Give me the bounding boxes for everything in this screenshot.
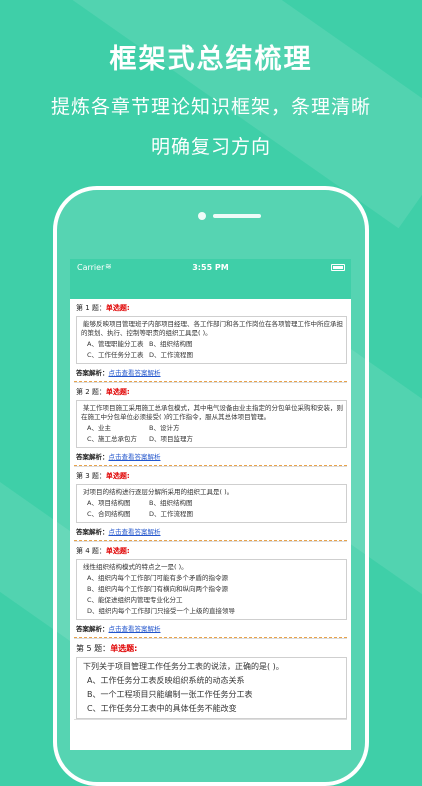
question-type: 单选题: <box>105 547 130 555</box>
question-stem: 对项目的结构进行逐层分解所采用的组织工具是( )。 <box>83 488 234 496</box>
answer-row: 答案解析：点击查看答案解析 <box>74 523 347 541</box>
phone-screen: Carrier ≋ 3:55 PM 第 1 题：单选题: 能够反映项目管理班子内… <box>70 259 351 750</box>
option-a[interactable]: A、项目结构图 <box>87 499 149 508</box>
question-item: 第 1 题：单选题: 能够反映项目管理班子内部项目经理、各工作部门和各工作岗位在… <box>74 299 347 383</box>
option-b[interactable]: B、组织结构图 <box>149 340 211 349</box>
nav-bar <box>70 277 351 299</box>
options-row: A、业主 B、设计方 <box>81 424 343 433</box>
option-b[interactable]: B、设计方 <box>149 424 211 433</box>
option-c[interactable]: C、工作任务分工表中的具体任务不能改变 <box>81 703 343 715</box>
question-type: 单选题: <box>105 388 130 396</box>
option-a[interactable]: A、管理职能分工表 <box>87 340 149 349</box>
options-row: C、施工总承包方 D、项目监理方 <box>81 435 343 444</box>
question-header: 第 4 题：单选题: <box>74 542 347 559</box>
question-type: 单选题: <box>105 304 130 312</box>
answer-label: 答案解析： <box>76 453 109 461</box>
promo-subline-1: 提炼各章节理论知识框架，条理清晰 <box>50 96 371 118</box>
view-answer-link[interactable]: 点击查看答案解析 <box>109 369 161 377</box>
phone-speaker-icon <box>213 214 261 218</box>
question-box: 能够反映项目管理班子内部项目经理、各工作部门和各工作岗位在各项管理工作中所应承担… <box>76 316 347 364</box>
question-box: 线性组织结构模式的特点之一是( )。 A、组织内每个工作部门可能有多个矛盾的指令… <box>76 559 347 620</box>
question-stem: 某工作项目施工采用施工总承包模式，其中电气设备由业主指定的分包单位采购和安装，则… <box>81 404 343 421</box>
question-box: 某工作项目施工采用施工总承包模式，其中电气设备由业主指定的分包单位采购和安装，则… <box>76 400 347 448</box>
option-a[interactable]: A、业主 <box>87 424 149 433</box>
options-row: A、项目结构图 B、组织结构图 <box>81 499 343 508</box>
option-b[interactable]: B、一个工程项目只能编制一张工作任务分工表 <box>81 689 343 701</box>
question-item: 第 3 题：单选题: 对项目的结构进行逐层分解所采用的组织工具是( )。 A、项… <box>74 467 347 542</box>
question-number: 第 2 题： <box>76 388 106 396</box>
view-answer-link[interactable]: 点击查看答案解析 <box>109 528 161 536</box>
question-number: 第 3 题： <box>76 472 106 480</box>
answer-row: 答案解析：点击查看答案解析 <box>74 448 347 466</box>
question-header: 第 2 题：单选题: <box>74 383 347 400</box>
question-list[interactable]: 第 1 题：单选题: 能够反映项目管理班子内部项目经理、各工作部门和各工作岗位在… <box>70 299 351 720</box>
question-item: 第 2 题：单选题: 某工作项目施工采用施工总承包模式，其中电气设备由业主指定的… <box>74 383 347 467</box>
question-type: 单选题: <box>105 472 130 480</box>
question-item: 第 4 题：单选题: 线性组织结构模式的特点之一是( )。 A、组织内每个工作部… <box>74 542 347 639</box>
answer-label: 答案解析： <box>76 369 109 377</box>
question-stem: 能够反映项目管理班子内部项目经理、各工作部门和各工作岗位在各项管理工作中所应承担… <box>81 320 343 337</box>
question-header: 第 3 题：单选题: <box>74 467 347 484</box>
answer-label: 答案解析： <box>76 625 109 633</box>
option-b[interactable]: B、组织内每个工作部门有横向和纵向两个指令源 <box>81 585 343 594</box>
question-item: 第 5 题：单选题: 下列关于项目管理工作任务分工表的说法，正确的是( )。 A… <box>74 639 347 720</box>
battery-icon <box>331 264 345 271</box>
option-b[interactable]: B、组织结构图 <box>149 499 211 508</box>
option-a[interactable]: A、工作任务分工表反映组织系统的动态关系 <box>81 675 343 687</box>
option-d[interactable]: D、工作流程图 <box>149 510 211 519</box>
option-d[interactable]: D、工作流程图 <box>149 351 211 360</box>
option-c[interactable]: C、施工总承包方 <box>87 435 149 444</box>
status-bar: Carrier ≋ 3:55 PM <box>70 259 351 277</box>
question-header: 第 1 题：单选题: <box>74 299 347 316</box>
question-box: 下列关于项目管理工作任务分工表的说法，正确的是( )。 A、工作任务分工表反映组… <box>76 657 347 719</box>
promo-headline: 框架式总结梳理 <box>109 44 313 75</box>
option-c[interactable]: C、能促进组织内管理专业化分工 <box>81 596 343 605</box>
question-header: 第 5 题：单选题: <box>74 639 347 657</box>
option-c[interactable]: C、工作任务分工表 <box>87 351 149 360</box>
question-number: 第 5 题： <box>76 644 111 653</box>
answer-label: 答案解析： <box>76 528 109 536</box>
phone-camera-icon <box>198 212 206 220</box>
option-c[interactable]: C、合同结构图 <box>87 510 149 519</box>
option-a[interactable]: A、组织内每个工作部门可能有多个矛盾的指令源 <box>81 574 343 583</box>
view-answer-link[interactable]: 点击查看答案解析 <box>109 453 161 461</box>
promo-subline-2: 明确复习方向 <box>150 136 271 158</box>
answer-row: 答案解析：点击查看答案解析 <box>74 364 347 382</box>
status-time: 3:55 PM <box>192 263 229 272</box>
question-number: 第 1 题： <box>76 304 106 312</box>
question-number: 第 4 题： <box>76 547 106 555</box>
options-row: A、管理职能分工表 B、组织结构图 <box>81 340 343 349</box>
options-row: C、工作任务分工表 D、工作流程图 <box>81 351 343 360</box>
option-d[interactable]: D、组织内每个工作部门只接受一个上级的直接领导 <box>81 607 343 616</box>
options-row: C、合同结构图 D、工作流程图 <box>81 510 343 519</box>
view-answer-link[interactable]: 点击查看答案解析 <box>109 625 161 633</box>
question-box: 对项目的结构进行逐层分解所采用的组织工具是( )。 A、项目结构图 B、组织结构… <box>76 484 347 523</box>
question-type: 单选题: <box>110 644 138 653</box>
question-stem: 下列关于项目管理工作任务分工表的说法，正确的是( )。 <box>83 662 284 671</box>
answer-row: 答案解析：点击查看答案解析 <box>74 620 347 638</box>
question-stem: 线性组织结构模式的特点之一是( )。 <box>83 563 188 571</box>
option-d[interactable]: D、项目监理方 <box>149 435 211 444</box>
